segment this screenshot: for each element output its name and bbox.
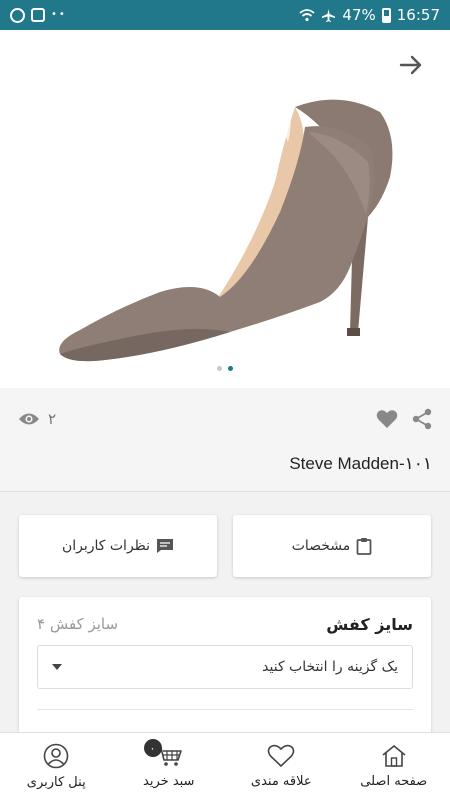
chevron-down-icon — [52, 664, 62, 670]
more-notifications-icon: •• — [51, 9, 67, 20]
size-select[interactable]: یک گزینه را انتخاب کنید — [37, 645, 413, 689]
mail-icon — [31, 8, 45, 22]
cart-badge: ۰ — [143, 739, 162, 757]
product-image-area — [0, 30, 450, 388]
size-count: ۴ سایز کفش — [37, 615, 119, 633]
specs-label: مشخصات — [291, 538, 351, 554]
product-actions — [376, 408, 432, 430]
status-right: 47% 16:57 — [299, 6, 440, 24]
comment-icon — [157, 539, 174, 553]
eye-icon — [19, 413, 39, 425]
nav-cart-label: سبد خرید — [143, 774, 195, 789]
carousel-dot-active[interactable] — [228, 366, 233, 371]
nav-cart[interactable]: ۰ سبد خرید — [113, 733, 226, 800]
views-counter: ۲ — [18, 410, 56, 428]
nav-home[interactable]: صفحه اصلی — [338, 733, 450, 800]
views-count: ۲ — [48, 410, 57, 428]
status-bar: •• 47% 16:57 — [0, 0, 450, 30]
divider — [37, 709, 413, 710]
home-icon — [382, 745, 406, 767]
reviews-button[interactable]: نظرات کاربران — [19, 515, 217, 577]
carousel-dots — [0, 366, 450, 371]
status-left: •• — [10, 7, 67, 23]
product-image[interactable] — [50, 92, 400, 372]
battery-percent: 47% — [342, 6, 376, 24]
product-title: Steve Madden-۱۰۱ — [289, 454, 432, 473]
specs-button[interactable]: مشخصات — [233, 515, 431, 577]
nav-favorites[interactable]: علاقه مندی — [225, 733, 338, 800]
product-info: ۲ Steve Madden-۱۰۱ — [0, 388, 450, 492]
carousel-dot[interactable] — [217, 366, 222, 371]
clock: 16:57 — [396, 6, 440, 24]
size-select-placeholder: یک گزینه را انتخاب کنید — [262, 659, 398, 675]
bottom-nav: پنل کاربری ۰ سبد خرید علاقه مندی صفحه اص… — [0, 732, 450, 800]
wifi-icon — [299, 9, 316, 22]
user-icon — [43, 743, 69, 769]
back-arrow-icon[interactable] — [398, 52, 424, 78]
airplane-icon — [322, 8, 336, 22]
heart-outline-icon — [267, 744, 295, 768]
battery-icon — [381, 7, 391, 23]
share-icon[interactable] — [412, 408, 432, 430]
size-card: سایز کفش ۴ سایز کفش یک گزینه را انتخاب ک… — [19, 597, 431, 737]
heart-icon[interactable] — [376, 409, 398, 429]
nav-favorites-label: علاقه مندی — [250, 774, 312, 789]
nav-profile-label: پنل کاربری — [26, 775, 86, 790]
clipboard-icon — [356, 538, 372, 555]
power-icon — [10, 7, 25, 23]
size-title: سایز کفش — [326, 615, 413, 634]
nav-profile[interactable]: پنل کاربری — [0, 733, 113, 800]
nav-home-label: صفحه اصلی — [360, 774, 428, 789]
reviews-label: نظرات کاربران — [61, 538, 151, 554]
